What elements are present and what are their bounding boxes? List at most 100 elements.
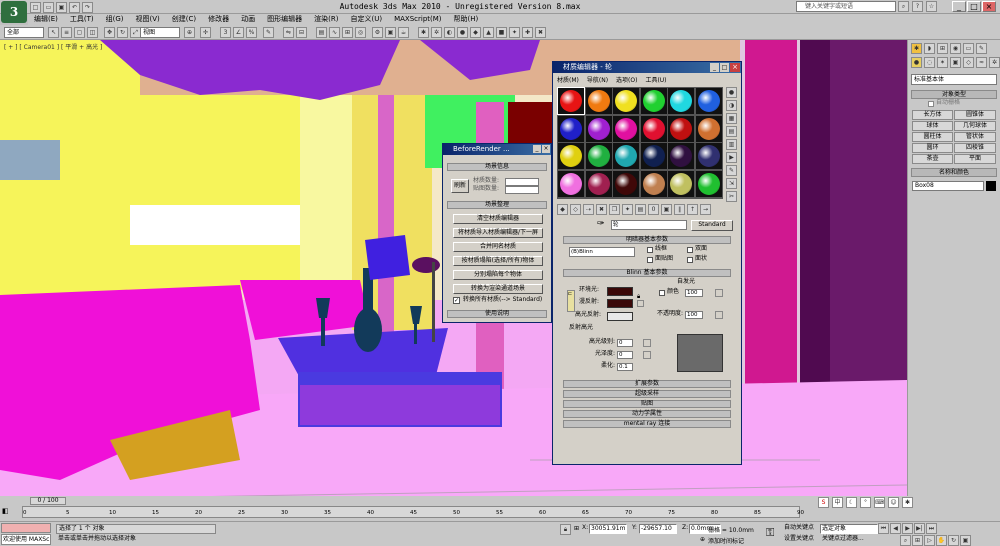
render-icon[interactable]: ☕: [398, 27, 409, 38]
minimize-icon[interactable]: _: [710, 63, 719, 72]
rollout-blinn-basic[interactable]: Blinn 基本参数: [563, 269, 731, 277]
toolbar-icon-h[interactable]: ✦: [509, 27, 520, 38]
selection-filter-dropdown[interactable]: 全部: [4, 27, 44, 38]
welcome-field[interactable]: 欢迎使用 MAXSc: [1, 534, 51, 545]
material-navigator-icon[interactable]: ✂: [726, 191, 737, 202]
orbit-icon[interactable]: ↻: [948, 535, 959, 546]
sample-slot[interactable]: [585, 143, 612, 169]
merge-same-name-button[interactable]: 合并同名材质: [453, 242, 543, 252]
rollout-help[interactable]: 使用说明: [447, 310, 547, 318]
background-icon[interactable]: ▦: [726, 113, 737, 124]
video-color-icon[interactable]: ▥: [726, 139, 737, 150]
wire-checkbox[interactable]: [647, 247, 653, 253]
menu-rendering[interactable]: 渲染(R): [308, 14, 344, 25]
star-icon[interactable]: ☆: [926, 1, 937, 12]
menu-customize[interactable]: 自定义(U): [344, 14, 388, 25]
sample-slot[interactable]: [640, 143, 667, 169]
box-button[interactable]: 长方体: [912, 110, 953, 120]
open-file-icon[interactable]: ▭: [43, 2, 54, 13]
curve-editor-icon[interactable]: ∿: [329, 27, 340, 38]
new-file-icon[interactable]: □: [30, 2, 41, 13]
cone-button[interactable]: 圆锥体: [954, 110, 996, 120]
sample-slot[interactable]: [640, 88, 667, 114]
rollout-object-type[interactable]: 对象类型: [911, 90, 997, 99]
object-name-field[interactable]: Box08: [912, 181, 984, 191]
rollout-extended[interactable]: 扩展参数: [563, 380, 731, 388]
helpers-icon[interactable]: ◇: [963, 57, 974, 68]
faceted-checkbox[interactable]: [687, 257, 693, 263]
eyedropper-icon[interactable]: ✑: [597, 219, 611, 230]
menu-navigation[interactable]: 导航(N): [587, 75, 608, 84]
put-to-library-icon[interactable]: ▤: [635, 204, 646, 215]
self-illum-map-button[interactable]: [715, 289, 723, 297]
fov-icon[interactable]: ▷: [924, 535, 935, 546]
pivot-icon[interactable]: ⊕: [184, 27, 195, 38]
snap-toggle-icon[interactable]: 3: [220, 27, 231, 38]
select-by-material-icon[interactable]: ⇲: [726, 178, 737, 189]
menu-material[interactable]: 材质(M): [557, 75, 579, 84]
viewport-label[interactable]: [ + ] [ Camera01 ] [ 平滑 + 高光 ]: [4, 42, 102, 51]
toolbar-icon-d[interactable]: ●: [457, 27, 468, 38]
create-tab-icon[interactable]: ✱: [911, 43, 922, 54]
sample-slot[interactable]: [695, 88, 722, 114]
opacity-value[interactable]: 100: [685, 311, 703, 319]
ime-settings-icon[interactable]: ✱: [902, 497, 913, 508]
toolbar-icon-j[interactable]: ✖: [535, 27, 546, 38]
diffuse-swatch[interactable]: [607, 299, 633, 308]
sample-slot[interactable]: [613, 143, 639, 169]
maximize-viewport-icon[interactable]: ▣: [960, 535, 971, 546]
menu-group[interactable]: 组(G): [100, 14, 130, 25]
sample-slot[interactable]: [558, 170, 584, 197]
soften-value[interactable]: 0.1: [617, 363, 633, 371]
geometry-icon[interactable]: ●: [911, 57, 922, 68]
diffuse-map-button[interactable]: [637, 300, 644, 307]
menu-create[interactable]: 创建(C): [166, 14, 202, 25]
display-tab-icon[interactable]: ▭: [963, 43, 974, 54]
menu-tools[interactable]: 工具(T): [64, 14, 100, 25]
sample-slot[interactable]: [668, 88, 694, 114]
teapot-button[interactable]: 茶壶: [912, 154, 953, 164]
goto-start-icon[interactable]: ⏮: [878, 523, 889, 534]
material-name-field[interactable]: 轮: [611, 220, 687, 230]
track-bar[interactable]: 0 5 10 15 20 25 30 35 40 45 50 55 60 65 70 75 80 85 90: [22, 506, 804, 518]
primitive-type-dropdown[interactable]: 标准基本体: [911, 74, 997, 85]
zoom-all-icon[interactable]: ⊞: [912, 535, 923, 546]
import-materials-button[interactable]: 将材质导入材质编辑器/下一屏: [453, 228, 543, 238]
sample-slot[interactable]: [695, 115, 722, 142]
refresh-button[interactable]: 刷新: [451, 179, 469, 193]
move-icon[interactable]: ✥: [104, 27, 115, 38]
help-icon[interactable]: ?: [912, 1, 923, 12]
goto-end-icon[interactable]: ⏭: [926, 523, 937, 534]
self-illum-color-checkbox[interactable]: [659, 290, 665, 296]
toolbar-icon-g[interactable]: ■: [496, 27, 507, 38]
maximize-button[interactable]: □: [967, 1, 981, 12]
undo-icon[interactable]: ↶: [69, 2, 80, 13]
put-to-scene-icon[interactable]: ◇: [570, 204, 581, 215]
trackbar-toggle-icon[interactable]: ◧: [2, 507, 14, 517]
opacity-map-button[interactable]: [715, 311, 723, 319]
lock-selection-icon[interactable]: 🔒︎: [560, 524, 571, 535]
sample-slot[interactable]: [585, 115, 612, 142]
motion-tab-icon[interactable]: ◉: [950, 43, 961, 54]
layer-manager-icon[interactable]: ▤: [316, 27, 327, 38]
two-sided-checkbox[interactable]: [687, 247, 693, 253]
menu-utilities[interactable]: 工具(U): [645, 75, 666, 84]
ime-moon-icon[interactable]: ☾: [846, 497, 857, 508]
rollout-scene-info[interactable]: 场景信息: [447, 163, 547, 171]
zoom-icon[interactable]: ⌕: [900, 535, 911, 546]
maxscript-listener-mini[interactable]: [1, 523, 51, 533]
make-copy-icon[interactable]: ❐: [609, 204, 620, 215]
rollout-name-color[interactable]: 名称和颜色: [911, 168, 997, 177]
rect-selection-icon[interactable]: ▢: [74, 27, 85, 38]
lock-ambient-diffuse-icon[interactable]: ⊏: [567, 290, 575, 312]
set-key-button[interactable]: 设置关键点: [784, 535, 818, 545]
get-material-icon[interactable]: ◆: [557, 204, 568, 215]
key-icon[interactable]: ⚿: [766, 526, 780, 540]
spacewarps-icon[interactable]: ≈: [976, 57, 987, 68]
sample-slot[interactable]: [668, 115, 694, 142]
tube-button[interactable]: 管状体: [954, 132, 996, 142]
geosphere-button[interactable]: 几何球体: [954, 121, 996, 131]
ime-s-icon[interactable]: S: [818, 497, 829, 508]
sample-slot[interactable]: [557, 87, 585, 115]
spec-level-map-button[interactable]: [643, 339, 651, 347]
